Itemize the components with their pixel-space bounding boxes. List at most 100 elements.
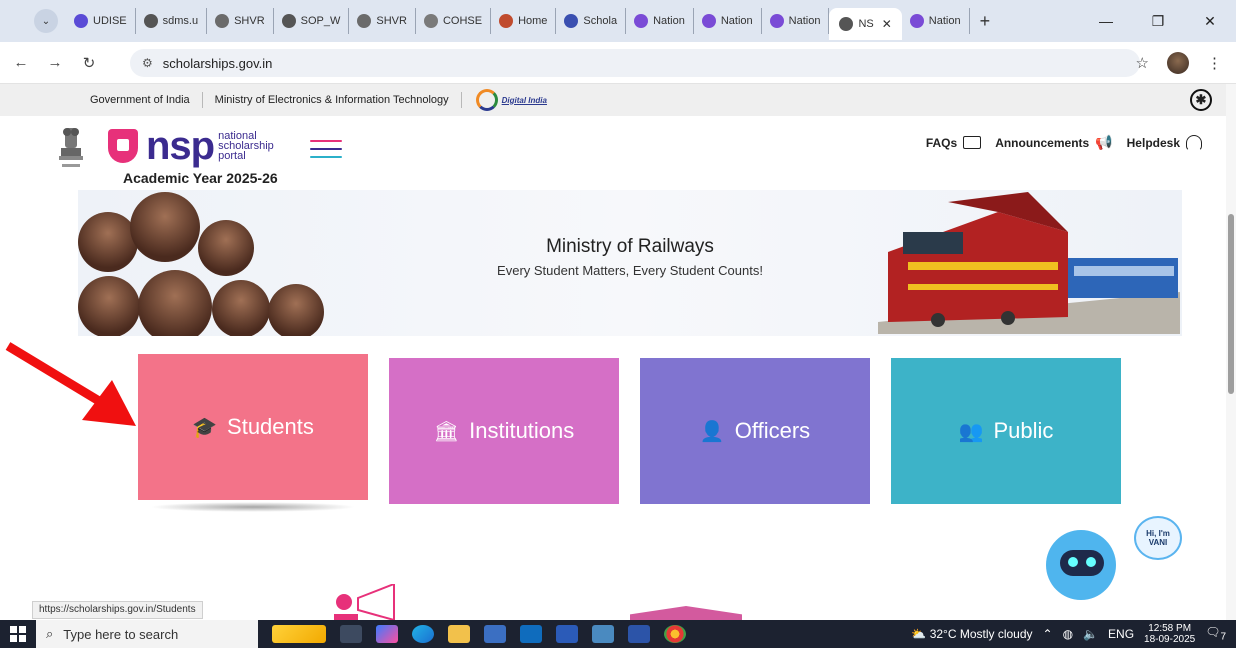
reload-button[interactable]: ↻ xyxy=(76,54,102,72)
tab-label: Nation xyxy=(653,15,685,27)
red-pointer-arrow-icon xyxy=(5,342,136,426)
taskbar-search-input[interactable]: ⌕ Type here to search xyxy=(36,620,258,648)
browser-tab[interactable]: Nation xyxy=(694,8,762,34)
tab-label: sdms.u xyxy=(162,15,199,27)
announcements-link[interactable]: Announcements 📢 xyxy=(995,134,1112,151)
language-indicator[interactable]: ENG xyxy=(1108,627,1134,641)
network-icon[interactable]: ◍ xyxy=(1063,627,1073,641)
word-icon[interactable] xyxy=(556,625,578,643)
restore-button[interactable]: ❐ xyxy=(1132,13,1184,30)
public-label: Public xyxy=(993,418,1054,443)
browser-tab[interactable]: SOP_W xyxy=(274,8,350,34)
copilot-sparkle-icon[interactable] xyxy=(272,625,326,643)
profile-avatar[interactable] xyxy=(1167,52,1189,74)
megaphone-decoration-icon xyxy=(334,584,395,620)
browser-tab-active[interactable]: NS ✕ xyxy=(829,8,902,40)
chrome-browser-icon[interactable] xyxy=(664,625,686,643)
tab-favicon-icon xyxy=(634,14,649,28)
tab-search-dropdown-icon[interactable]: ⌄ xyxy=(34,9,58,33)
tab-favicon-icon xyxy=(357,14,372,28)
store-icon[interactable] xyxy=(484,625,506,643)
browser-tab[interactable]: Home xyxy=(491,8,557,34)
tab-favicon-icon xyxy=(909,14,924,28)
photos-icon[interactable] xyxy=(592,625,614,643)
browser-tab[interactable]: Nation xyxy=(902,8,970,34)
hamburger-line xyxy=(310,140,342,142)
faqs-label: FAQs xyxy=(925,135,958,150)
meity-link[interactable]: Ministry of Electronics & Information Te… xyxy=(203,92,462,108)
tray-overflow-icon[interactable]: ⌃ xyxy=(1043,627,1053,641)
browser-tab[interactable]: SHVR xyxy=(207,8,274,34)
robot-eye xyxy=(1068,557,1078,567)
close-window-button[interactable]: ✕ xyxy=(1184,13,1236,30)
hamburger-menu-icon[interactable] xyxy=(310,140,342,164)
public-card[interactable]: 👥 Public xyxy=(891,358,1121,504)
tab-label: COHSE xyxy=(442,15,483,27)
tab-favicon-icon xyxy=(839,17,854,31)
minimize-button[interactable]: — xyxy=(1080,13,1132,29)
tab-label: UDISE xyxy=(93,15,127,27)
national-emblem-icon xyxy=(59,128,83,167)
browser-menu-icon[interactable]: ⋮ xyxy=(1207,54,1222,72)
scrollbar-thumb[interactable] xyxy=(1228,214,1234,394)
digital-india-logo[interactable]: Digital India xyxy=(475,89,547,111)
windows-start-icon[interactable] xyxy=(0,626,36,642)
close-tab-icon[interactable]: ✕ xyxy=(882,17,892,31)
chat-icon xyxy=(963,136,982,149)
accessibility-icon[interactable]: ✱ xyxy=(1190,89,1212,111)
bookmark-star-icon[interactable]: ☆ xyxy=(1136,54,1149,72)
browser-tab[interactable]: COHSE xyxy=(416,8,492,34)
tab-label: SOP_W xyxy=(300,15,341,27)
header-links: FAQs Announcements 📢 Helpdesk xyxy=(926,134,1202,151)
hamburger-line xyxy=(310,156,342,158)
back-button[interactable]: ← xyxy=(8,54,34,71)
vani-chatbot[interactable]: Hi, I'm VANI xyxy=(1044,508,1194,608)
helpdesk-link[interactable]: Helpdesk xyxy=(1126,134,1202,151)
copilot-app-icon[interactable] xyxy=(376,625,398,643)
clock[interactable]: 12:58 PM 18-09-2025 xyxy=(1144,623,1195,645)
browser-tab[interactable]: UDISE xyxy=(66,8,136,34)
officers-card[interactable]: 👤 Officers xyxy=(640,358,870,504)
browser-tab[interactable]: sdms.u xyxy=(136,8,208,34)
tab-list: UDISE sdms.u SHVR SOP_W SHVR COHSE Home Schola N… xyxy=(66,5,1001,40)
gov-of-india-link[interactable]: Government of India xyxy=(78,92,203,108)
browser-tab[interactable]: Schola xyxy=(556,8,627,34)
officers-label: Officers xyxy=(734,418,811,443)
forward-button[interactable]: → xyxy=(42,54,68,71)
nsp-logo[interactable]: nsp national scholarship portal xyxy=(108,126,274,166)
digital-india-text: Digital India xyxy=(501,95,547,105)
announcements-label: Announcements xyxy=(995,135,1090,150)
notifications-icon[interactable]: 🗨7 xyxy=(1205,625,1226,642)
page-scrollbar[interactable] xyxy=(1226,84,1236,620)
browser-tab[interactable]: Nation xyxy=(762,8,830,34)
graduation-cap-icon: 🎓 xyxy=(192,416,218,439)
url-input[interactable]: ⚙ scholarships.gov.in xyxy=(130,49,1140,77)
browser-tab[interactable]: Nation xyxy=(626,8,694,34)
tab-favicon-icon xyxy=(423,14,438,28)
officer-user-icon: 👤 xyxy=(699,420,725,443)
tab-favicon-icon xyxy=(701,14,716,28)
weather-widget[interactable]: ⛅ 32°C Mostly cloudy xyxy=(911,627,1032,641)
student-photo xyxy=(138,270,212,336)
site-info-icon[interactable]: ⚙ xyxy=(142,56,153,70)
edge-browser-icon[interactable] xyxy=(412,625,434,643)
volume-icon[interactable]: 🔈 xyxy=(1083,627,1098,641)
institutions-card[interactable]: 🏛 Institutions xyxy=(389,358,619,504)
file-explorer-icon[interactable] xyxy=(448,625,470,643)
institutions-label: Institutions xyxy=(469,418,575,443)
helpdesk-label: Helpdesk xyxy=(1126,135,1180,150)
student-photo xyxy=(268,284,324,336)
megaphone-icon: 📢 xyxy=(1095,134,1113,150)
tab-favicon-icon xyxy=(499,14,514,28)
hamburger-line xyxy=(310,148,342,150)
tab-favicon-icon xyxy=(215,14,230,28)
browser-tab[interactable]: SHVR xyxy=(349,8,416,34)
faqs-link[interactable]: FAQs xyxy=(925,135,982,150)
new-tab-button[interactable]: + xyxy=(970,11,1001,32)
student-photo xyxy=(212,280,270,336)
app-icon[interactable] xyxy=(628,625,650,643)
students-card[interactable]: 🎓 Students xyxy=(138,354,368,500)
outlook-icon[interactable] xyxy=(520,625,542,643)
robot-icon xyxy=(1046,530,1116,600)
task-view-icon[interactable] xyxy=(340,625,362,643)
